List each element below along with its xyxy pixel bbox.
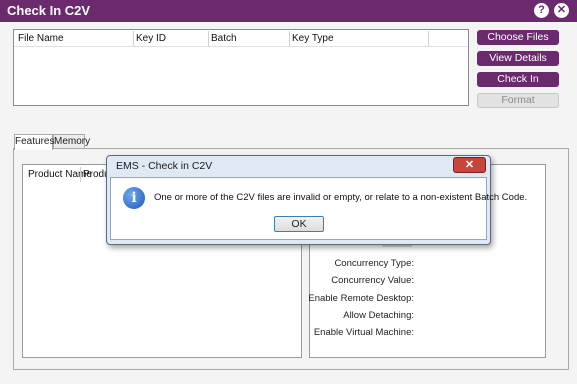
column-divider xyxy=(80,167,81,182)
window-title: Check In C2V xyxy=(7,3,91,18)
tab-memory[interactable]: Memory xyxy=(53,134,90,149)
label-enable-virtual-machine: Enable Virtual Machine: xyxy=(313,327,414,338)
column-divider xyxy=(428,31,429,46)
column-header-file-name[interactable]: File Name xyxy=(18,32,64,46)
column-header-key-id[interactable]: Key ID xyxy=(136,32,166,46)
help-icon[interactable]: ? xyxy=(534,3,549,18)
choose-files-button[interactable]: Choose Files xyxy=(477,30,559,45)
dialog-content: i One or more of the C2V files are inval… xyxy=(110,177,527,240)
label-allow-detaching: Allow Detaching: xyxy=(343,310,414,321)
info-icon: i xyxy=(123,187,145,209)
header-divider xyxy=(14,46,468,47)
column-divider xyxy=(133,31,134,46)
column-header-batch[interactable]: Batch xyxy=(211,32,237,46)
error-dialog: EMS - Check in C2V ✕ i One or more of th… xyxy=(106,155,527,245)
column-header-key-type[interactable]: Key Type xyxy=(292,32,334,46)
format-button[interactable]: Format xyxy=(477,93,559,108)
tab-features[interactable]: Features xyxy=(14,134,54,150)
dialog-title: EMS - Check in C2V xyxy=(116,160,213,172)
column-divider xyxy=(289,31,290,46)
ok-button[interactable]: OK xyxy=(274,216,324,232)
dialog-message: One or more of the C2V files are invalid… xyxy=(154,192,528,203)
view-details-button[interactable]: View Details xyxy=(477,51,559,66)
close-icon[interactable]: ✕ xyxy=(554,3,569,18)
check-in-button[interactable]: Check In xyxy=(477,72,559,87)
label-enable-remote-desktop: Enable Remote Desktop: xyxy=(308,293,414,304)
label-concurrency-type: Concurrency Type: xyxy=(334,258,414,269)
column-divider xyxy=(208,31,209,46)
label-concurrency-value: Concurrency Value: xyxy=(331,275,414,286)
dialog-close-icon[interactable]: ✕ xyxy=(453,157,486,173)
c2v-files-table[interactable]: File Name Key ID Batch Key Type xyxy=(13,29,469,106)
